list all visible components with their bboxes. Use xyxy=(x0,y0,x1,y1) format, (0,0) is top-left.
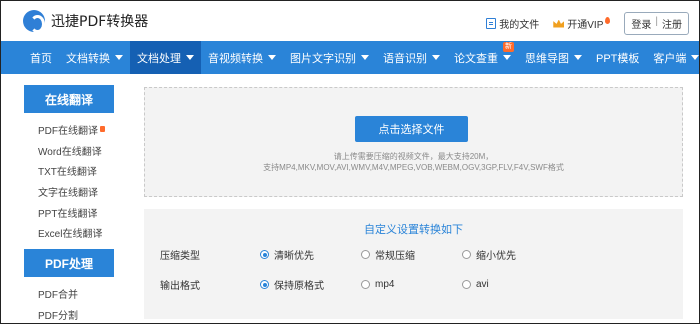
nav-mindmap-label: 思维导图 xyxy=(525,52,569,65)
nav-client[interactable]: 客户端 xyxy=(646,41,700,74)
nav-ocr[interactable]: 图片文字识别 xyxy=(283,41,376,74)
compress-option-clarity[interactable]: 清晰优先 xyxy=(260,247,361,262)
sidebar-item-label: Excel在线翻译 xyxy=(38,229,103,241)
radio-checked-icon xyxy=(260,280,269,289)
chevron-down-icon xyxy=(115,55,123,60)
hot-badge-icon xyxy=(100,126,105,133)
compress-type-row: 压缩类型 清晰优先 常规压缩 缩小优先 xyxy=(160,247,563,262)
app-logo[interactable]: 迅捷PDF转换器 xyxy=(23,10,149,33)
select-file-button[interactable]: 点击选择文件 xyxy=(355,116,468,142)
login-register-box: 登录 | 注册 xyxy=(624,12,689,35)
sidebar-item-text-translate[interactable]: 文字在线翻译 xyxy=(38,181,114,202)
logo-text: 迅捷PDF转换器 xyxy=(51,14,149,30)
sidebar-item-pdf-split[interactable]: PDF分割 xyxy=(38,304,114,324)
login-divider: | xyxy=(655,16,658,27)
chevron-down-icon xyxy=(268,55,276,60)
top-header: 迅捷PDF转换器 我的文件 开通VIP 登录 | 注册 xyxy=(1,1,699,41)
nav-ocr-label: 图片文字识别 xyxy=(290,52,356,65)
nav-doc-process-label: 文档处理 xyxy=(137,52,181,65)
sidebar-item-label: PDF在线翻译 xyxy=(38,125,98,137)
main-nav: 首页 文档转换 文档处理 音视频转换 图片文字识别 语音识别 论文查重新 思维导… xyxy=(1,41,700,74)
vip-label: 开通VIP xyxy=(567,20,604,31)
nav-ppt-template-label: PPT模板 xyxy=(596,52,640,65)
radio-checked-icon xyxy=(260,250,269,259)
format-option-avi[interactable]: avi xyxy=(462,279,563,290)
option-label: mp4 xyxy=(375,279,395,290)
hot-flame-icon xyxy=(605,17,611,24)
nav-plagiarism[interactable]: 论文查重新 xyxy=(447,41,518,74)
my-files-label: 我的文件 xyxy=(499,20,540,31)
upload-dropzone[interactable]: 点击选择文件 请上传需要压缩的视频文件，最大支持20M， 支持MP4,MKV,M… xyxy=(144,87,683,197)
option-label: 清晰优先 xyxy=(274,251,314,262)
chevron-down-icon xyxy=(574,55,582,60)
nav-speech-label: 语音识别 xyxy=(383,52,427,65)
nav-plagiarism-label: 论文查重 xyxy=(454,52,498,65)
header-actions: 我的文件 开通VIP 登录 | 注册 xyxy=(486,12,689,35)
sidebar-item-word-translate[interactable]: Word在线翻译 xyxy=(38,140,114,161)
my-files-link[interactable]: 我的文件 xyxy=(486,16,539,31)
sidebar-translate-list: PDF在线翻译 Word在线翻译 TXT在线翻译 文字在线翻译 PPT在线翻译 … xyxy=(24,113,114,249)
nav-home-label: 首页 xyxy=(30,52,52,65)
sidebar-translate-title: 在线翻译 xyxy=(24,85,114,113)
upload-hint-size: 请上传需要压缩的视频文件，最大支持20M， xyxy=(333,152,494,161)
compress-option-smaller[interactable]: 缩小优先 xyxy=(462,247,563,262)
radio-unchecked-icon xyxy=(462,280,471,289)
radio-unchecked-icon xyxy=(361,280,370,289)
register-link[interactable]: 注册 xyxy=(662,16,682,31)
chevron-down-icon xyxy=(503,55,511,60)
option-label: 常规压缩 xyxy=(375,251,415,262)
crown-icon xyxy=(553,19,565,28)
logo-icon xyxy=(23,10,45,33)
nav-doc-convert-label: 文档转换 xyxy=(66,52,110,65)
nav-av-convert-label: 音视频转换 xyxy=(208,52,263,65)
sidebar-item-pdf-merge[interactable]: PDF合并 xyxy=(38,283,114,304)
option-label: avi xyxy=(476,279,489,290)
nav-av-convert[interactable]: 音视频转换 xyxy=(201,41,283,74)
sidebar-item-label: PPT在线翻译 xyxy=(38,208,98,220)
nav-client-label: 客户端 xyxy=(653,52,687,65)
sidebar: 在线翻译 PDF在线翻译 Word在线翻译 TXT在线翻译 文字在线翻译 PPT… xyxy=(24,85,114,324)
format-option-mp4[interactable]: mp4 xyxy=(361,279,462,290)
radio-unchecked-icon xyxy=(361,250,370,259)
nav-doc-convert[interactable]: 文档转换 xyxy=(59,41,130,74)
login-link[interactable]: 登录 xyxy=(631,16,651,31)
option-label: 缩小优先 xyxy=(476,251,516,262)
sidebar-item-excel-translate[interactable]: Excel在线翻译 xyxy=(38,222,114,243)
nav-speech[interactable]: 语音识别 xyxy=(376,41,447,74)
settings-title: 自定义设置转换如下 xyxy=(364,224,463,236)
option-label: 保持原格式 xyxy=(274,281,324,292)
radio-unchecked-icon xyxy=(462,250,471,259)
vip-link[interactable]: 开通VIP xyxy=(553,16,611,31)
format-option-original[interactable]: 保持原格式 xyxy=(260,277,361,292)
upload-hint-formats: 支持MP4,MKV,MOV,AVI,WMV,M4V,MPEG,VOB,WEBM,… xyxy=(263,163,564,172)
new-badge: 新 xyxy=(503,42,514,52)
sidebar-item-label: PDF分割 xyxy=(38,310,78,322)
sidebar-item-txt-translate[interactable]: TXT在线翻译 xyxy=(38,160,114,181)
sidebar-item-ppt-translate[interactable]: PPT在线翻译 xyxy=(38,202,114,223)
chevron-down-icon xyxy=(691,55,700,60)
compress-option-normal[interactable]: 常规压缩 xyxy=(361,247,462,262)
sidebar-item-label: PDF合并 xyxy=(38,289,78,301)
sidebar-item-label: 文字在线翻译 xyxy=(38,187,98,199)
compress-type-label: 压缩类型 xyxy=(160,251,200,262)
settings-panel: 自定义设置转换如下 压缩类型 清晰优先 常规压缩 缩小优先 输出格式 保持原格式… xyxy=(144,209,683,319)
nav-doc-process[interactable]: 文档处理 xyxy=(130,41,201,74)
document-icon xyxy=(486,18,497,29)
chevron-down-icon xyxy=(432,55,440,60)
nav-ppt-template[interactable]: PPT模板 xyxy=(589,41,646,74)
nav-mindmap[interactable]: 思维导图 xyxy=(518,41,589,74)
sidebar-pdf-title: PDF处理 xyxy=(24,249,114,278)
output-format-row: 输出格式 保持原格式 mp4 avi xyxy=(160,277,563,292)
sidebar-pdf-list: PDF合并 PDF分割 xyxy=(24,277,114,324)
chevron-down-icon xyxy=(361,55,369,60)
sidebar-item-label: TXT在线翻译 xyxy=(38,167,97,179)
sidebar-item-label: Word在线翻译 xyxy=(38,146,102,158)
sidebar-item-pdf-translate[interactable]: PDF在线翻译 xyxy=(38,119,114,140)
chevron-down-icon xyxy=(186,55,194,60)
nav-home[interactable]: 首页 xyxy=(23,41,59,74)
output-format-label: 输出格式 xyxy=(160,281,200,292)
